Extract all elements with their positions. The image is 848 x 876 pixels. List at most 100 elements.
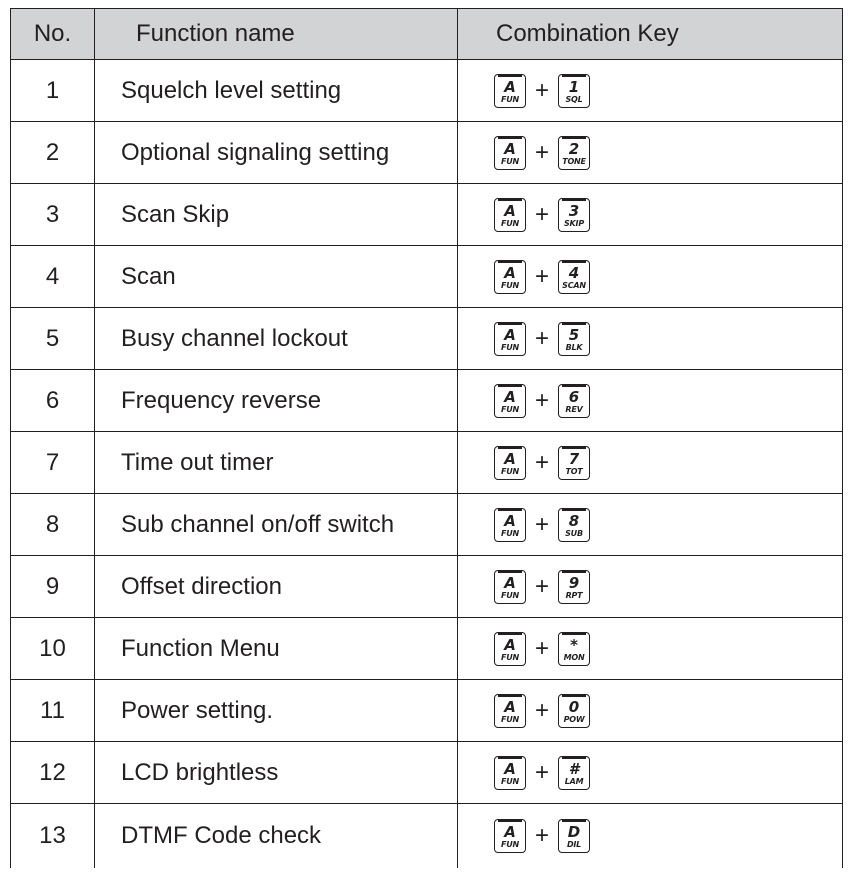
function-name: Squelch level setting	[94, 59, 458, 122]
table-row: 6 Frequency reverse A FUN +6 REV	[10, 369, 843, 432]
fun-key-icon: A FUN	[494, 73, 526, 108]
function-name: LCD brightless	[94, 741, 458, 804]
combination-key: A FUN +3 SKIP	[457, 183, 843, 246]
header-function-name: Function name	[94, 8, 458, 60]
function-key-icon: 3 SKIP	[558, 197, 591, 232]
fun-key-sub: FUN	[500, 652, 520, 662]
plus-sign: +	[535, 200, 550, 228]
function-key-main: 3	[568, 201, 580, 220]
key-combination: A FUN +3 SKIP	[494, 197, 842, 232]
fun-key-sub: FUN	[500, 840, 520, 849]
function-key-main: 0	[568, 697, 580, 716]
row-number: 7	[10, 431, 95, 494]
key-combination: A FUN +7 TOT	[494, 445, 842, 480]
function-key-sub: TONE	[562, 156, 586, 166]
row-number: 1	[10, 59, 95, 122]
key-combination: A FUN +0 POW	[494, 693, 842, 728]
fun-key-main: A	[504, 263, 516, 282]
function-key-main: 2	[568, 139, 580, 158]
function-key-sub: RPT	[565, 590, 583, 600]
row-number: 12	[10, 741, 95, 804]
plus-sign: +	[535, 138, 550, 166]
fun-key-icon: A FUN	[494, 569, 526, 604]
function-key-icon: 0 POW	[558, 693, 591, 728]
function-key-icon: # LAM	[558, 755, 591, 790]
combination-key: A FUN +7 TOT	[457, 431, 843, 494]
fun-key-main: A	[504, 201, 516, 220]
plus-sign: +	[535, 76, 550, 104]
function-key-main: *	[570, 635, 578, 654]
function-key-main: D	[567, 823, 581, 841]
fun-key-main: A	[504, 325, 516, 344]
fun-key-icon: A FUN	[494, 507, 526, 542]
function-key-icon: 7 TOT	[558, 445, 591, 480]
function-key-icon: 4 SCAN	[558, 259, 591, 294]
fun-key-sub: FUN	[500, 156, 520, 166]
combination-key: A FUN +5 BLK	[457, 307, 843, 370]
key-combination: A FUN +1 SQL	[494, 73, 842, 108]
table-row: 10 Function Menu A FUN + * MON	[10, 617, 843, 680]
fun-key-sub: FUN	[500, 528, 520, 538]
row-number: 6	[10, 369, 95, 432]
function-key-icon: 6 REV	[558, 383, 591, 418]
function-key-main: 7	[568, 449, 580, 468]
function-name: Scan Skip	[94, 183, 458, 246]
combination-key: A FUN +6 REV	[457, 369, 843, 432]
key-combination: A FUN + D DIL	[494, 819, 842, 853]
function-key-main: 4	[568, 263, 580, 282]
row-number: 5	[10, 307, 95, 370]
fun-key-icon: A FUN	[494, 693, 526, 728]
fun-key-icon: A FUN	[494, 383, 526, 418]
row-number: 8	[10, 493, 95, 556]
combination-key: A FUN +9 RPT	[457, 555, 843, 618]
table-row: 13 DTMF Code check A FUN + D DIL	[10, 803, 843, 868]
combination-key: A FUN + # LAM	[457, 741, 843, 804]
function-key-main: 1	[568, 77, 580, 96]
fun-key-sub: FUN	[500, 714, 520, 724]
combination-key: A FUN + D DIL	[457, 803, 843, 868]
table-row: 8 Sub channel on/off switch A FUN +8 SUB	[10, 493, 843, 556]
fun-key-sub: FUN	[500, 280, 520, 290]
combination-key: A FUN +0 POW	[457, 679, 843, 742]
table-row: 11 Power setting. A FUN +0 POW	[10, 679, 843, 742]
plus-sign: +	[535, 758, 550, 786]
plus-sign: +	[535, 324, 550, 352]
function-key-main: 9	[568, 573, 580, 592]
fun-key-icon: A FUN	[494, 135, 526, 170]
header-no: No.	[10, 8, 95, 60]
row-number: 9	[10, 555, 95, 618]
row-number: 10	[10, 617, 95, 680]
key-combination: A FUN +5 BLK	[494, 321, 842, 356]
function-key-icon: 2 TONE	[558, 135, 591, 170]
table-row: 9 Offset direction A FUN +9 RPT	[10, 555, 843, 618]
row-number: 11	[10, 679, 95, 742]
row-number: 3	[10, 183, 95, 246]
fun-key-main: A	[504, 387, 516, 406]
fun-key-icon: A FUN	[494, 321, 526, 356]
table-row: 1 Squelch level setting A FUN +1 SQL	[10, 59, 843, 122]
key-combination: A FUN +8 SUB	[494, 507, 842, 542]
function-key-sub: TOT	[565, 466, 583, 476]
function-key-sub: SKIP	[564, 218, 585, 228]
fun-key-main: A	[504, 635, 516, 654]
plus-sign: +	[535, 822, 550, 849]
function-key-main: #	[568, 759, 580, 778]
plus-sign: +	[535, 510, 550, 538]
table-row: 3 Scan Skip A FUN +3 SKIP	[10, 183, 843, 246]
function-key-sub: SCAN	[562, 280, 586, 290]
plus-sign: +	[535, 386, 550, 414]
function-name: DTMF Code check	[94, 803, 458, 868]
fun-key-sub: FUN	[500, 218, 520, 228]
function-key-sub: SQL	[565, 94, 583, 104]
function-key-sub: MON	[563, 652, 585, 662]
plus-sign: +	[535, 448, 550, 476]
function-key-sub: REV	[565, 404, 583, 414]
header-combination-key: Combination Key	[457, 8, 843, 60]
table-row: 7 Time out timer A FUN +7 TOT	[10, 431, 843, 494]
combination-key: A FUN +2 TONE	[457, 121, 843, 184]
fun-key-main: A	[504, 511, 516, 530]
fun-key-main: A	[504, 139, 516, 158]
row-number: 4	[10, 245, 95, 308]
fun-key-main: A	[504, 77, 516, 96]
fun-key-main: A	[504, 697, 516, 716]
